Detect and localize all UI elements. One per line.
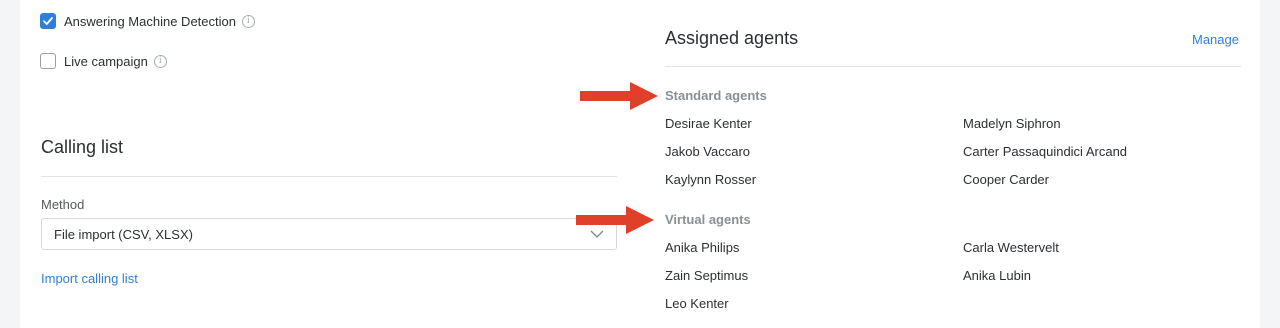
amd-checkbox[interactable] [40,13,56,29]
manage-agents-link[interactable]: Manage [1192,32,1239,47]
agent-name: Zain Septimus [665,268,749,283]
amd-label: Answering Machine Detection [64,13,236,29]
info-icon[interactable]: i [241,14,255,28]
calling-list-divider [41,176,617,177]
live-campaign-checkbox[interactable] [40,53,56,69]
agent-name: Anika Lubin [963,268,1031,283]
campaign-settings-panel: Answering Machine Detection i Live campa… [20,0,1260,328]
method-select[interactable]: File import (CSV, XLSX) [41,218,617,250]
agent-name: Desirae Kenter [665,116,752,131]
import-calling-list-link[interactable]: Import calling list [41,271,138,286]
arrow-right-icon [580,82,658,110]
calling-list-title: Calling list [41,137,124,157]
agent-name: Carla Westervelt [963,240,1059,255]
method-label: Method [41,197,85,212]
agent-name: Anika Philips [665,240,740,255]
info-icon[interactable]: i [153,54,167,68]
assigned-agents-title: Assigned agents [665,28,799,48]
standard-agents-heading: Standard agents [665,88,767,103]
agent-name: Leo Kenter [665,296,729,311]
checkmark-icon [43,17,53,25]
method-select-value: File import (CSV, XLSX) [54,226,193,242]
live-campaign-label: Live campaign [64,53,148,69]
arrow-right-icon [576,206,654,234]
virtual-agents-heading: Virtual agents [665,212,751,227]
live-campaign-option[interactable]: Live campaign i [40,53,167,69]
agent-name: Cooper Carder [963,172,1049,187]
agent-name: Kaylynn Rosser [665,172,757,187]
agent-name: Madelyn Siphron [963,116,1061,131]
amd-option[interactable]: Answering Machine Detection i [40,13,255,29]
agent-name: Carter Passaquindici Arcand [963,144,1128,159]
agent-name: Jakob Vaccaro [665,144,751,159]
assigned-agents-divider [665,66,1241,67]
